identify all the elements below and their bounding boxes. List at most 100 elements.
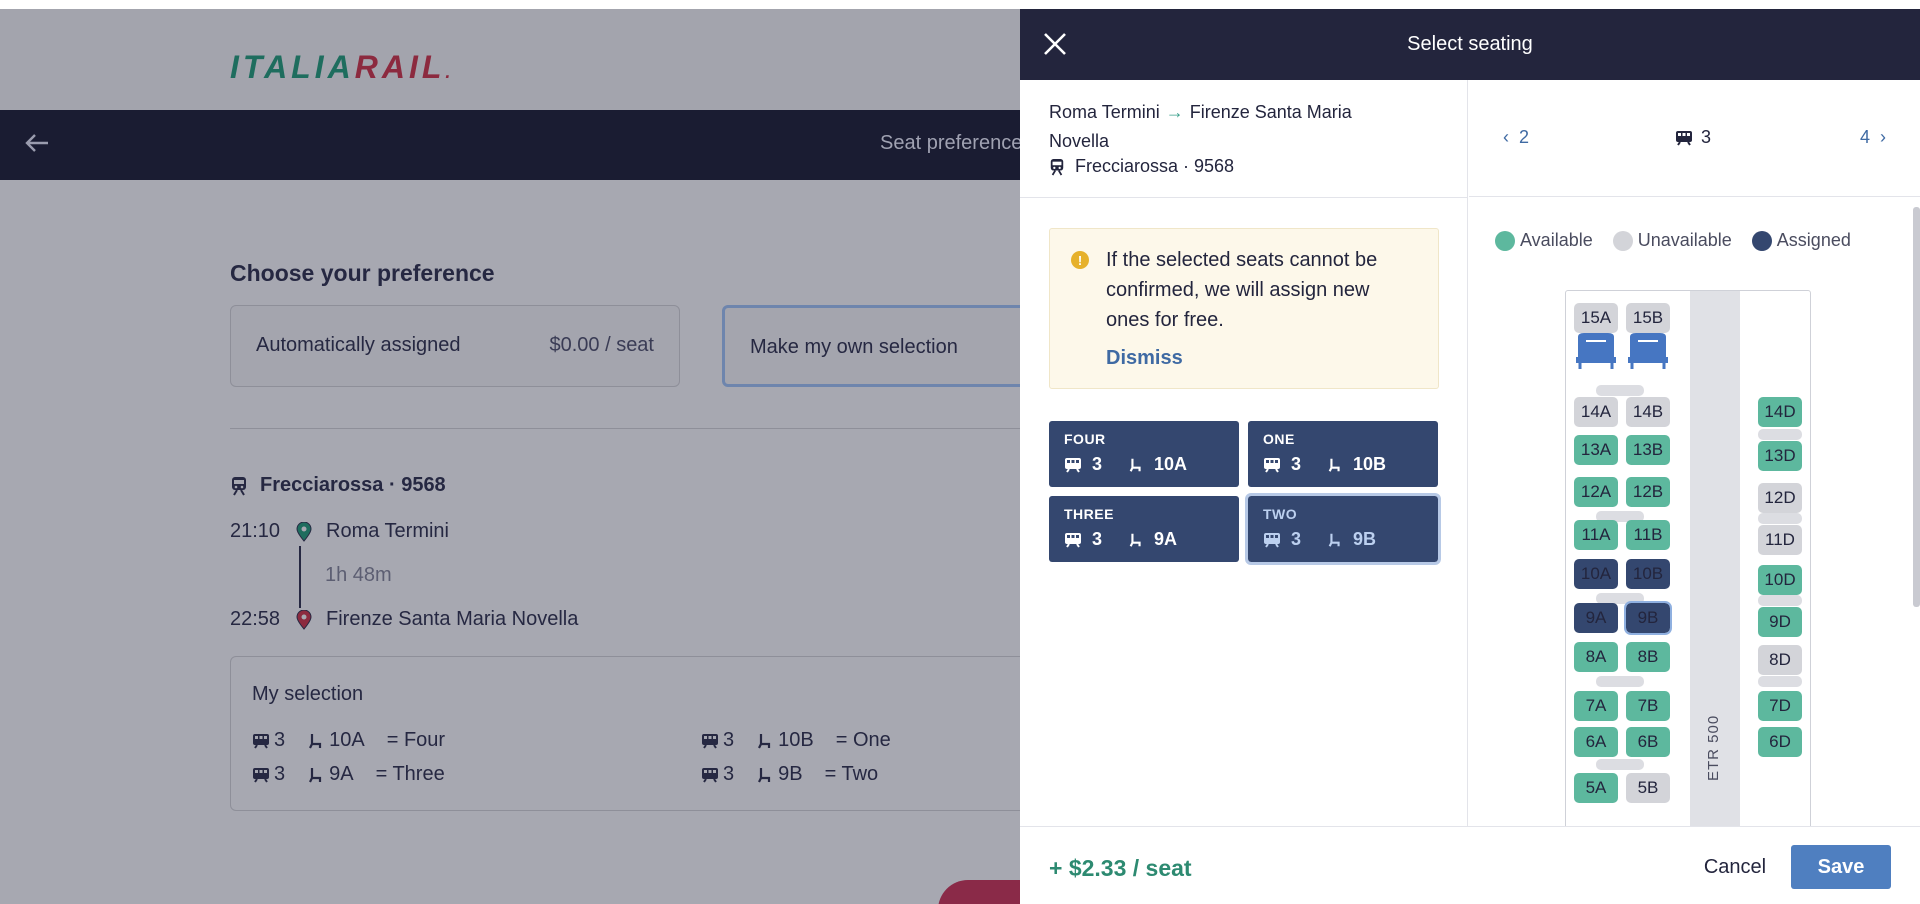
cancel-button[interactable]: Cancel [1685,845,1785,889]
auto-assign-option[interactable]: Automatically assigned $0.00 / seat [230,305,680,387]
table [1596,385,1644,396]
passenger-card-three[interactable]: THREE 3 9A [1049,496,1239,562]
drawer-header: Select seating [1020,9,1920,80]
seat-notice: ! If the selected seats cannot be confir… [1049,228,1439,389]
train-car-icon [253,733,269,749]
route-line [299,546,301,608]
seat-7D[interactable]: 7D [1758,691,1802,721]
save-button[interactable]: Save [1791,845,1891,889]
train-car-icon [702,733,718,749]
seat-6A[interactable]: 6A [1574,727,1618,757]
passenger-name: TWO [1263,506,1298,522]
available-dot-icon [1495,230,1515,251]
preference-heading: Choose your preference [230,260,495,286]
current-car: 3 [1675,127,1711,148]
back-arrow-icon[interactable] [24,130,50,162]
selection-item: 3 10A = Four [252,729,445,752]
seat-price: + $2.33 / seat [1049,855,1192,881]
coach-seat-map: ETR 500 15A 15B 14A 14B 14D 13A 13B 13D … [1565,290,1811,826]
table [1758,595,1802,606]
seat-icon [1328,458,1340,472]
seat-6D[interactable]: 6D [1758,727,1802,757]
route-summary: Roma Termini → Firenze Santa Maria Novella [1049,98,1409,156]
seat-selection-drawer: Select seating Roma Termini → Firenze Sant… [1020,9,1920,904]
passenger-card-two[interactable]: TWO 3 9B [1245,493,1441,565]
seat-icon [1129,533,1141,547]
drawer-title: Select seating [1407,33,1533,55]
seat-11A[interactable]: 11A [1574,520,1618,550]
seat-5B: 5B [1626,773,1670,803]
drawer-footer: + $2.33 / seat Cancel Save [1020,826,1920,904]
seat-13A[interactable]: 13A [1574,435,1618,465]
departure-stop: 21:10 Roma Termini [230,520,449,543]
seat-12B[interactable]: 12B [1626,477,1670,507]
italiarail-logo[interactable]: ITALIARAIL. [230,49,454,86]
seat-11D: 11D [1758,525,1802,555]
departure-station: Roma Termini [326,520,449,542]
train-icon [232,476,246,496]
dismiss-link[interactable]: Dismiss [1106,347,1183,370]
chair-icon [1576,333,1616,369]
seat-12A[interactable]: 12A [1574,477,1618,507]
auto-assign-label: Automatically assigned [256,334,461,356]
seat-11B[interactable]: 11B [1626,520,1670,550]
table [1758,429,1802,440]
divider [1020,197,1468,198]
passenger-name: ONE [1263,431,1295,447]
passenger-card-one[interactable]: ONE 3 10B [1248,421,1438,487]
seat-14A: 14A [1574,397,1618,427]
passenger-card-four[interactable]: FOUR 3 10A [1049,421,1239,487]
train-car-icon [1264,532,1280,548]
unavailable-dot-icon [1612,230,1633,251]
seat-10A: 10A [1574,559,1618,589]
seat-9D[interactable]: 9D [1758,607,1802,637]
page-nav-bar: Seat preference [0,110,1023,180]
seat-icon [309,733,322,748]
seat-5A[interactable]: 5A [1574,773,1618,803]
seat-14B: 14B [1626,397,1670,427]
arrival-time: 22:58 [230,608,281,630]
assigned-dot-icon [1751,230,1772,251]
selection-item: 3 9B = Two [701,763,878,786]
seat-9A: 9A [1574,603,1618,633]
train-name: Frecciarossa · 9568 [260,474,446,496]
seat-15B: 15B [1626,303,1670,333]
seat-7B[interactable]: 7B [1626,691,1670,721]
route-arrow-icon: → [1165,102,1184,122]
seat-9B[interactable]: 9B [1624,601,1672,635]
seat-10D[interactable]: 10D [1758,565,1802,595]
train-car-icon [1065,532,1081,548]
seat-7A[interactable]: 7A [1574,691,1618,721]
next-car-button[interactable]: 4 › [1860,127,1886,148]
train-icon [1050,158,1064,175]
train-car-icon [1264,457,1280,473]
seat-8A[interactable]: 8A [1574,642,1618,672]
seat-13B[interactable]: 13B [1626,435,1670,465]
passenger-name: FOUR [1064,431,1106,447]
seat-icon [309,767,322,782]
seat-icon [758,733,771,748]
seat-14D[interactable]: 14D [1758,397,1802,427]
seat-preference-page: Choose your preference Automatically ass… [0,180,1062,904]
seat-legend: Available Unavailable Assigned [1495,230,1851,251]
page-title: Seat preference [880,132,1023,154]
departure-pin-icon [296,521,312,542]
seat-8D: 8D [1758,645,1802,675]
seat-6B[interactable]: 6B [1626,727,1670,757]
previous-car-button[interactable]: ‹ 2 [1503,127,1529,148]
drawer-train-info: Frecciarossa · 9568 [1049,156,1234,177]
seat-8B[interactable]: 8B [1626,642,1670,672]
seat-map-scrollbar[interactable] [1913,207,1920,607]
chevron-left-icon: ‹ [1503,127,1519,147]
drawer-left-column: Roma Termini → Firenze Santa Maria Novella… [1020,80,1468,826]
warning-icon: ! [1071,251,1089,269]
departure-time: 21:10 [230,520,281,542]
legend-unavailable: Unavailable [1612,230,1732,251]
seat-13D[interactable]: 13D [1758,441,1802,471]
train-info: Frecciarossa · 9568 [230,474,446,497]
route-from: Roma Termini [1049,102,1160,122]
seat-15A: 15A [1574,303,1618,333]
own-selection-option[interactable]: Make my own selection [722,305,1062,387]
trip-duration: 1h 48m [325,564,392,586]
seat-map-column: ‹ 2 3 4 › Available Unavailable Assigned… [1469,80,1920,826]
